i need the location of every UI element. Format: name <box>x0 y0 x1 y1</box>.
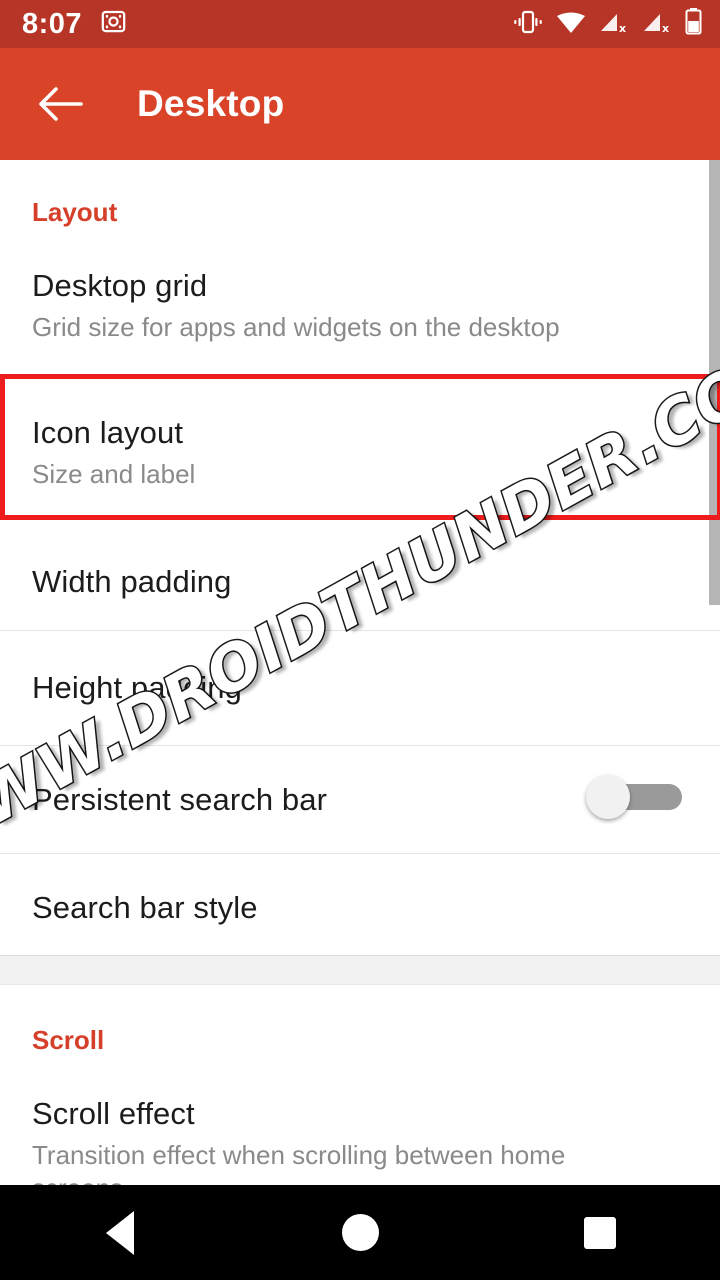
system-navigation-bar <box>0 1185 720 1280</box>
svg-text:x: x <box>619 22 626 34</box>
battery-icon <box>685 8 702 40</box>
list-item-title: Width padding <box>32 564 232 599</box>
list-item-title: Scroll effect <box>32 1096 195 1131</box>
list-item-subtitle: Transition effect when scrolling between… <box>32 1140 566 1185</box>
switch-thumb <box>586 775 630 819</box>
status-bar: 8:07 x x <box>0 0 720 48</box>
list-item-title: Search bar style <box>32 890 258 925</box>
list-item-height-padding[interactable]: Height padding <box>0 670 720 706</box>
svg-text:x: x <box>662 22 669 34</box>
settings-list[interactable]: Layout Desktop grid Grid size for apps a… <box>0 160 720 1185</box>
status-bar-clock: 8:07 <box>22 7 83 40</box>
list-item-width-padding[interactable]: Width padding <box>0 564 720 600</box>
back-button[interactable] <box>34 78 86 130</box>
list-divider <box>0 745 720 746</box>
back-triangle-icon <box>106 1210 134 1255</box>
list-item-subtitle: Size and label <box>32 459 196 489</box>
list-item-title: Desktop grid <box>32 268 208 303</box>
nav-recents-button[interactable] <box>540 1185 660 1280</box>
persistent-search-bar-switch[interactable] <box>586 775 682 819</box>
vertical-scrollbar[interactable] <box>709 160 720 605</box>
section-separator <box>0 955 720 985</box>
list-item-icon-layout[interactable]: Icon layout Size and label <box>0 415 720 491</box>
status-bar-right: x x <box>513 8 702 40</box>
list-divider <box>0 853 720 854</box>
nav-home-button[interactable] <box>300 1185 420 1280</box>
app-toolbar: Desktop <box>0 48 720 160</box>
list-item-title: Height padding <box>32 670 242 705</box>
nav-back-button[interactable] <box>60 1185 180 1280</box>
status-bar-left: 8:07 <box>22 8 127 40</box>
vibrate-icon <box>513 9 543 40</box>
list-divider <box>0 630 720 631</box>
signal-sim1-no-service-icon: x <box>599 10 629 39</box>
signal-sim2-no-service-icon: x <box>642 10 672 39</box>
section-header-layout: Layout <box>32 197 118 227</box>
page-title: Desktop <box>137 83 285 124</box>
section-header-scroll: Scroll <box>32 1025 105 1055</box>
list-item-title: Icon layout <box>32 415 184 450</box>
phone-screen: 8:07 x x Desktop Layout Desktop grid Gri… <box>0 0 720 1280</box>
home-circle-icon <box>341 1214 379 1251</box>
wifi-icon <box>556 10 586 39</box>
list-item-search-bar-style[interactable]: Search bar style <box>0 890 720 926</box>
list-item-scroll-effect[interactable]: Scroll effect Transition effect when scr… <box>0 1096 720 1185</box>
recents-square-icon <box>584 1216 616 1249</box>
list-item-desktop-grid[interactable]: Desktop grid Grid size for apps and widg… <box>0 268 720 344</box>
list-item-subtitle: Grid size for apps and widgets on the de… <box>32 312 560 342</box>
screenshot-icon <box>100 8 127 40</box>
